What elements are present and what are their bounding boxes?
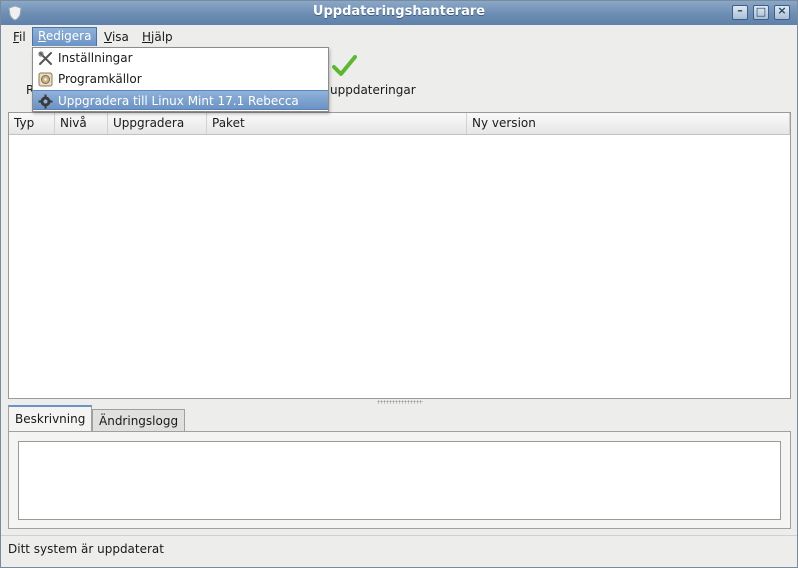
menu-fil[interactable]: Fil: [8, 28, 31, 46]
menu-item-label: Uppgradera till Linux Mint 17.1 Rebecca: [58, 94, 299, 108]
install-updates-button[interactable]: uppdateringar: [330, 83, 416, 97]
menu-redigera[interactable]: Redigera: [32, 27, 98, 46]
menu-item-programkallor[interactable]: Programkällor: [33, 69, 328, 89]
column-header-paket[interactable]: Paket: [207, 113, 467, 134]
updates-table[interactable]: Typ Nivå Uppgradera Paket Ny version: [8, 112, 791, 399]
description-panel: [8, 431, 791, 529]
menu-hjalp[interactable]: Hjälp: [137, 28, 178, 46]
menu-visa-mnemonic: V: [104, 30, 112, 44]
menu-redigera-label: edigera: [45, 29, 92, 43]
maximize-icon: □: [755, 5, 767, 18]
menu-hjalp-label: jälp: [151, 30, 173, 44]
main-window: Uppdateringshanterare – □ × Fil Redigera…: [0, 0, 798, 568]
tools-icon: [38, 51, 52, 65]
column-header-ny-version[interactable]: Ny version: [467, 113, 790, 134]
menu-item-installningar[interactable]: Inställningar: [33, 48, 328, 68]
column-header-uppgradera[interactable]: Uppgradera: [108, 113, 207, 134]
menu-item-uppgradera-mint[interactable]: Uppgradera till Linux Mint 17.1 Rebecca: [33, 90, 328, 110]
table-header: Typ Nivå Uppgradera Paket Ny version: [9, 113, 790, 135]
menu-hjalp-mnemonic: H: [142, 30, 152, 44]
minimize-button[interactable]: –: [732, 4, 748, 20]
divider: [1, 535, 797, 536]
description-textbox[interactable]: [18, 441, 781, 520]
software-sources-icon: [38, 72, 53, 87]
tab-beskrivning[interactable]: Beskrivning: [8, 405, 93, 432]
menu-item-label: Programkällor: [58, 72, 142, 86]
maximize-button[interactable]: □: [753, 5, 769, 20]
tab-andringslogg[interactable]: Ändringslogg: [92, 409, 186, 432]
close-icon: ×: [777, 4, 787, 17]
column-header-typ[interactable]: Typ: [9, 113, 55, 134]
window-title: Uppdateringshanterare: [312, 4, 486, 19]
redigera-dropdown-menu: Inställningar Programkällor Uppgradera t…: [32, 47, 329, 112]
gear-icon: [38, 94, 53, 109]
checkmark-icon: [332, 55, 357, 76]
menu-visa-label: isa: [111, 30, 129, 44]
menu-redigera-mnemonic: R: [38, 29, 46, 43]
pane-resize-handle[interactable]: [377, 400, 423, 404]
menu-visa[interactable]: Visa: [99, 28, 134, 46]
title-bar[interactable]: Uppdateringshanterare – □ ×: [1, 1, 797, 26]
menu-item-label: Inställningar: [58, 51, 133, 65]
minimize-icon: –: [737, 4, 743, 17]
column-header-niva[interactable]: Nivå: [55, 113, 108, 134]
close-button[interactable]: ×: [774, 4, 790, 20]
menu-fil-label: il: [19, 30, 26, 44]
status-bar: Ditt system är uppdaterat: [8, 542, 164, 556]
menu-bar: Fil Redigera Visa Hjälp: [1, 25, 797, 47]
